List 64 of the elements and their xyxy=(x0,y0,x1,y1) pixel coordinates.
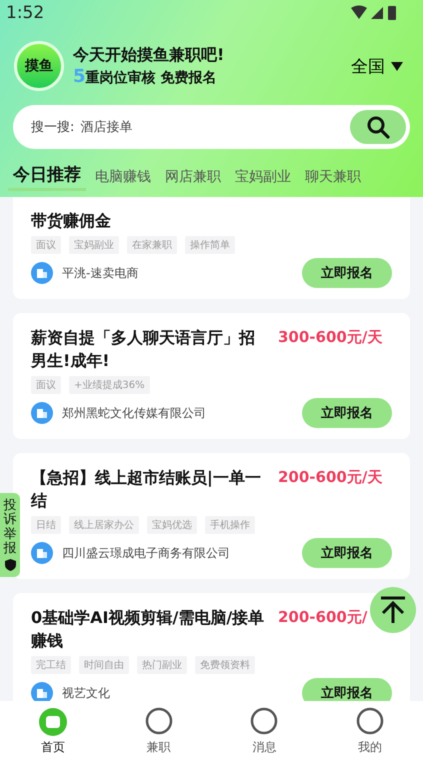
job-card[interactable]: 0基础学AI视频剪辑/需电脑/接单赚钱 200-600元/ 完工结 时间自由 热门副业 免费领资料 视艺文化 立即报名 xyxy=(13,593,410,701)
search-icon xyxy=(366,115,390,139)
category-tab[interactable]: 宝妈副业 xyxy=(230,166,296,191)
apply-button[interactable]: 立即报名 xyxy=(302,538,392,568)
search-button[interactable] xyxy=(350,110,406,144)
job-tag: 线上居家办公 xyxy=(69,516,139,534)
job-card[interactable]: 带货赚佣金 面议 宝妈副业 在家兼职 操作简单 平洮-速卖电商 立即报名 xyxy=(13,197,410,299)
building-icon xyxy=(31,542,53,564)
job-tag: +业绩提成36% xyxy=(69,376,150,394)
bag-icon xyxy=(38,706,68,736)
building-icon xyxy=(31,262,53,284)
building-icon xyxy=(31,402,53,424)
status-time: 1:52 xyxy=(6,2,44,22)
job-salary: 200-600元/ xyxy=(278,607,368,628)
nav-tab[interactable]: 首页 xyxy=(22,706,83,756)
circle-icon xyxy=(144,706,174,736)
nav-tab[interactable]: 我的 xyxy=(340,706,400,756)
region-selector[interactable]: 全国 xyxy=(351,54,409,78)
company-name: 郑州黑蛇文化传媒有限公司 xyxy=(62,404,207,422)
job-tag: 宝妈优选 xyxy=(147,516,197,534)
circle-icon xyxy=(355,706,386,736)
job-tag: 完工结 xyxy=(31,656,71,674)
app-logo: 摸鱼 xyxy=(14,41,64,91)
apply-button[interactable]: 立即报名 xyxy=(302,678,392,701)
arrow-up-icon xyxy=(380,596,406,624)
report-tab[interactable]: 投诉举报 xyxy=(0,493,20,578)
job-tag: 免费领资料 xyxy=(195,656,255,674)
company-name: 视艺文化 xyxy=(62,684,111,701)
category-tab[interactable]: 网店兼职 xyxy=(160,166,226,191)
job-title: 0基础学AI视频剪辑/需电脑/接单赚钱 xyxy=(31,607,266,652)
job-tag: 操作简单 xyxy=(185,236,235,254)
header-subtitle: 5重岗位审核 免费报名 xyxy=(73,66,218,87)
apply-button[interactable]: 立即报名 xyxy=(302,398,392,428)
job-title: 【急招】线上超市结账员|一单一结 xyxy=(31,467,262,512)
job-salary: 300-600元/天 xyxy=(278,327,384,348)
job-card[interactable]: 薪资自提「多人聊天语言厅」招男生!成年! 300-600元/天 面议 +业绩提成36% 郑州黑蛇文化传媒有限公司 立即报名 xyxy=(13,313,410,439)
job-tag: 日结 xyxy=(31,516,61,534)
nav-tab[interactable]: 兼职 xyxy=(128,706,189,756)
job-tag: 手机操作 xyxy=(205,516,255,534)
category-tab[interactable]: 聊天兼职 xyxy=(300,166,366,191)
company-name: 平洮-速卖电商 xyxy=(62,264,140,282)
company-name: 四川盛云璟成电子商务有限公司 xyxy=(62,544,231,562)
circle-icon xyxy=(249,706,280,736)
search-label: 搜一搜: xyxy=(31,119,74,136)
job-title: 薪资自提「多人聊天语言厅」招男生!成年! xyxy=(31,327,256,372)
job-tag: 时间自由 xyxy=(79,656,129,674)
job-tag: 在家兼职 xyxy=(127,236,177,254)
nav-tab[interactable]: 消息 xyxy=(234,706,294,756)
apply-button[interactable]: 立即报名 xyxy=(302,258,392,288)
job-title: 带货赚佣金 xyxy=(31,210,111,232)
back-to-top-button[interactable] xyxy=(370,587,416,633)
status-icons xyxy=(351,4,397,20)
job-tag: 宝妈副业 xyxy=(69,236,119,254)
search-input[interactable]: 酒店接单 xyxy=(78,118,350,136)
caret-icon xyxy=(391,62,403,70)
category-tab[interactable]: 今日推荐 xyxy=(8,161,86,191)
job-tag: 热门副业 xyxy=(137,656,187,674)
shield-icon xyxy=(4,559,16,572)
job-tag: 面议 xyxy=(31,376,61,394)
search-field[interactable]: 搜一搜: 酒店接单 xyxy=(13,105,410,149)
job-salary: 200-600元/天 xyxy=(278,467,384,488)
job-tag: 面议 xyxy=(31,236,61,254)
category-tab[interactable]: 电脑赚钱 xyxy=(90,166,156,191)
header-title: 今天开始摸鱼兼职吧! xyxy=(73,45,226,66)
